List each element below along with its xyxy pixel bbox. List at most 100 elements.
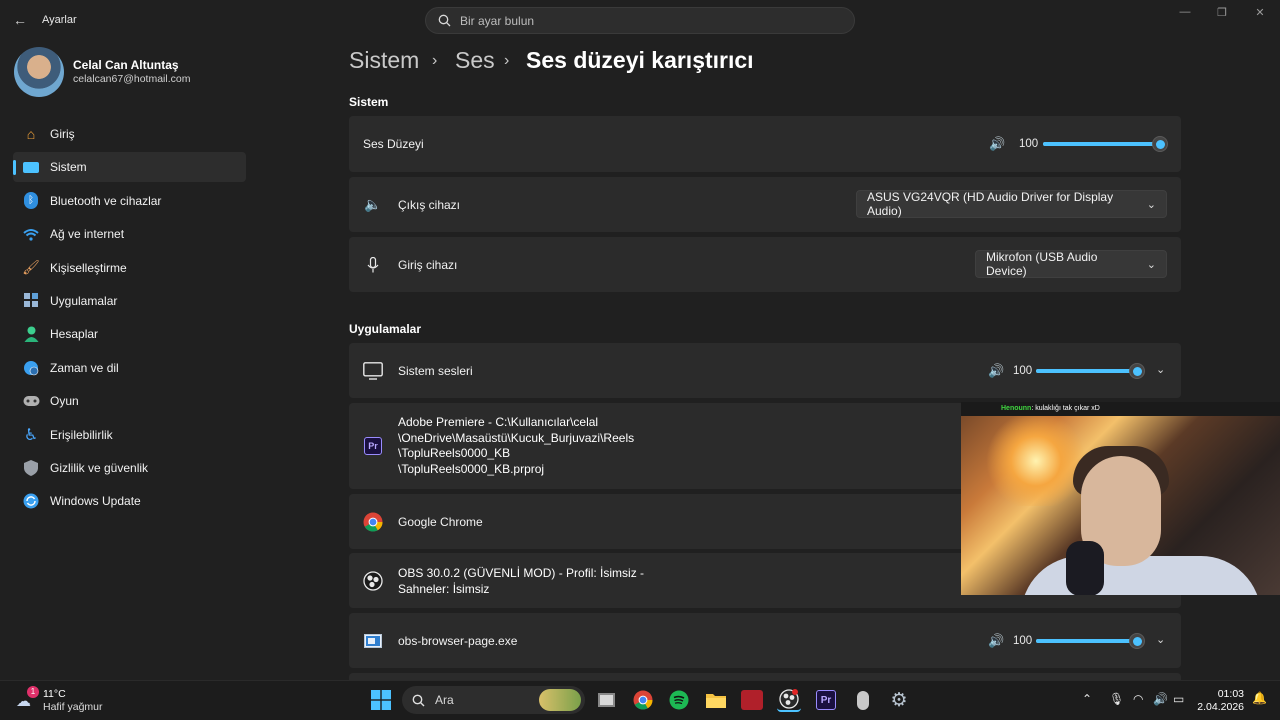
breadcrumb-sistem[interactable]: Sistem [349, 47, 419, 74]
chrome-icon [363, 512, 383, 532]
bluetooth-icon: ᛒ [22, 192, 40, 210]
weather-badge: 1 [27, 686, 39, 698]
app-volume-value: 100 [1013, 365, 1033, 377]
app-volume-thumb[interactable] [1129, 363, 1145, 379]
app-name-line: OBS 30.0.2 (GÜVENLİ MOD) - Profil: İsims… [398, 565, 645, 580]
chat-username: Henounn [1001, 405, 1032, 412]
app-row-partial [349, 673, 1181, 680]
master-volume-slider[interactable] [1043, 142, 1159, 146]
speaker-icon: 🔈 [364, 196, 382, 212]
weather-widget[interactable]: ☁ 1 [16, 686, 39, 710]
sidebar-item-accounts[interactable]: Hesaplar [13, 319, 246, 349]
sidebar-item-label: Zaman ve dil [50, 360, 119, 375]
speaker-icon[interactable]: 🔊 [988, 633, 1004, 649]
section-title-sistem: Sistem [349, 95, 389, 109]
wifi-tray-icon[interactable]: ◠ [1133, 692, 1143, 706]
voicemeeter-icon [741, 690, 763, 710]
search-highlight-image [539, 689, 581, 711]
app-volume-fill [1036, 369, 1136, 373]
taskbar-settings[interactable]: ⚙ [887, 688, 911, 712]
output-device-card: 🔈 Çıkış cihazı ASUS VG24VQR (HD Audio Dr… [349, 177, 1181, 232]
input-device-dropdown[interactable]: Mikrofon (USB Audio Device) ⌄ [975, 250, 1167, 278]
chevron-right-icon: › [432, 52, 438, 69]
close-button[interactable]: ✕ [1248, 6, 1272, 20]
avatar[interactable] [14, 47, 64, 97]
sidebar-item-label: Bluetooth ve cihazlar [50, 193, 162, 208]
app-volume-slider[interactable] [1036, 639, 1136, 643]
app-name: Adobe Premiere - C:\Kullanıcılar\celal \… [398, 415, 634, 477]
app-volume-value: 100 [1013, 635, 1033, 647]
account-icon [22, 325, 40, 343]
settings-search-input[interactable]: Bir ayar bulun [425, 7, 855, 34]
app-volume-slider[interactable] [1036, 369, 1136, 373]
breadcrumb-ses[interactable]: Ses [455, 47, 495, 74]
sidebar-item-accessibility[interactable]: ♿ Erişilebilirlik [13, 420, 246, 450]
task-view-icon [597, 693, 615, 707]
home-icon: ⌂ [26, 126, 36, 142]
minimize-button[interactable]: — [1173, 6, 1197, 20]
start-button[interactable] [369, 688, 393, 712]
taskbar-premiere[interactable]: Pr [814, 688, 838, 712]
search-icon [438, 14, 451, 27]
volume-tray-icon[interactable]: 🔊 [1153, 692, 1168, 706]
task-view-button[interactable] [594, 688, 618, 712]
sidebar-item-sistem[interactable]: Sistem [13, 152, 246, 183]
notification-bell-icon[interactable]: 🔔 [1252, 691, 1267, 705]
app-volume-thumb[interactable] [1129, 633, 1145, 649]
app-title: Ayarlar [42, 14, 77, 26]
taskbar-obs[interactable] [777, 688, 801, 712]
accessibility-icon: ♿ [23, 426, 39, 444]
output-device-value: ASUS VG24VQR (HD Audio Driver for Displa… [867, 190, 1114, 218]
output-device-dropdown[interactable]: ASUS VG24VQR (HD Audio Driver for Displa… [856, 190, 1167, 218]
weather-description: Hafif yağmur [43, 701, 103, 713]
sidebar-item-giris[interactable]: ⌂ Giriş [13, 119, 246, 149]
gamepad-icon [22, 392, 40, 410]
taskbar-search[interactable]: Ara [402, 686, 585, 714]
stream-chat-message: Henounn: kulaklığı tak çıkar xD [961, 402, 1280, 416]
taskbar-file-explorer[interactable] [704, 688, 728, 712]
sidebar-item-label: Uygulamalar [50, 293, 118, 308]
section-title-apps: Uygulamalar [349, 322, 422, 336]
clock-time[interactable]: 01:03 [1190, 688, 1244, 700]
microphone-tray-icon[interactable]: 🎙 [1109, 692, 1124, 706]
app-name-line: \OneDrive\Masaüstü\Kucuk_Burjuvazi\Reels [398, 430, 635, 445]
chevron-down-icon[interactable]: ⌄ [1156, 633, 1165, 646]
sidebar-item-bluetooth[interactable]: ᛒ Bluetooth ve cihazlar [13, 186, 246, 216]
sidebar-item-apps[interactable]: Uygulamalar [13, 286, 246, 316]
taskbar-mouse-app[interactable] [851, 688, 875, 712]
sidebar-item-personalization[interactable]: 🖌 Kişiselleştirme [13, 253, 246, 283]
app-volume-fill [1036, 639, 1136, 643]
sidebar-item-network[interactable]: Ağ ve internet [13, 219, 246, 249]
premiere-icon: Pr [816, 690, 836, 710]
speaker-icon[interactable]: 🔊 [989, 136, 1005, 152]
sidebar-item-windows-update[interactable]: Windows Update [13, 486, 246, 516]
master-volume-value: 100 [1019, 138, 1039, 150]
windows-icon [371, 690, 391, 710]
taskbar-chrome[interactable] [631, 688, 655, 712]
clock-date[interactable]: 2.04.2026 [1190, 701, 1244, 713]
sidebar-nav: ⌂ Giriş Sistem ᛒ Bluetooth ve cihazlar A… [13, 119, 246, 520]
taskbar-spotify[interactable] [667, 688, 691, 712]
sidebar-item-label: Hesaplar [50, 327, 99, 342]
master-volume-label: Ses Düzeyi [363, 137, 424, 151]
chevron-down-icon[interactable]: ⌄ [1156, 363, 1165, 376]
system-icon [22, 158, 40, 176]
sidebar-item-gaming[interactable]: Oyun [13, 386, 246, 416]
chevron-up-icon[interactable]: ⌃ [1082, 692, 1092, 706]
arrow-left-icon: ← [13, 12, 27, 28]
master-volume-thumb[interactable] [1152, 136, 1168, 152]
obs-icon [779, 689, 799, 709]
speaker-icon[interactable]: 🔊 [988, 363, 1004, 379]
app-row-system-sounds: Sistem sesleri 🔊 100 ⌄ [349, 343, 1181, 398]
streamer-microphone [1066, 541, 1104, 595]
maximize-button[interactable]: ❐ [1210, 6, 1234, 20]
battery-tray-icon[interactable]: ▭ [1173, 692, 1184, 706]
chevron-right-icon: › [504, 52, 510, 69]
taskbar-voicemeeter[interactable] [740, 688, 764, 712]
app-name-line: \TopluReels0000_KB.prproj [398, 461, 545, 476]
sidebar-item-privacy[interactable]: Gizlilik ve güvenlik [13, 453, 246, 483]
sidebar-item-time-language[interactable]: Zaman ve dil [13, 353, 246, 383]
back-button[interactable]: ← [10, 10, 30, 30]
user-name: Celal Can Altuntaş [73, 58, 179, 72]
gear-icon: ⚙ [890, 689, 908, 711]
